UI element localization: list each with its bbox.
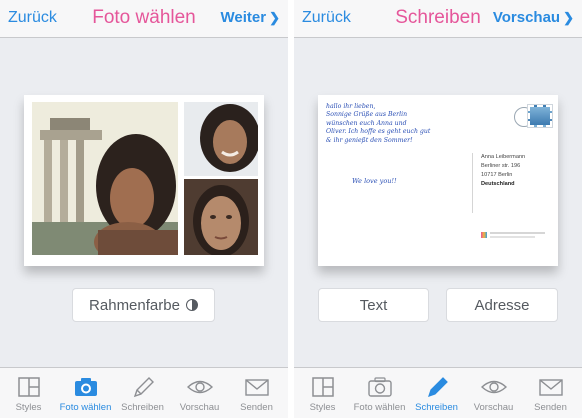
styles-icon [18,377,40,397]
tab-label: Senden [240,402,273,413]
tab-send[interactable]: Senden [522,368,579,418]
tab-send[interactable]: Senden [228,368,285,418]
recipient-address[interactable]: Anna Leibermann Berliner str. 196 10717 … [481,153,525,189]
portrait-smiling-image [184,102,258,176]
frame-color-button[interactable]: Rahmenfarbe [72,288,215,322]
chevron-right-icon: ❯ [269,10,280,25]
tab-write[interactable]: Schreiben [408,368,465,418]
address-name: Anna Leibermann [481,154,526,160]
photo-slot-large[interactable] [32,102,178,255]
back-button[interactable]: Zurück [8,9,57,27]
postcard-back: hallo ihr lieben, Sonnige Grüße aus Berl… [318,95,558,266]
fine-print [490,236,535,238]
photo-slot-top-right[interactable] [184,102,258,176]
tab-label: Schreiben [415,402,458,413]
tab-bar: Styles Foto wählen Schreiben Vorschau Se… [0,367,288,418]
tab-preview[interactable]: Vorschau [465,368,522,418]
next-button-label: Weiter [220,9,267,26]
message-line: Sonnige Grüße aus Berlin [326,111,408,119]
camera-icon [75,378,97,396]
photo-slot-bottom-right[interactable] [184,179,258,255]
envelope-icon [245,379,269,396]
address-street: Berliner str. 196 [481,163,521,169]
address-button[interactable]: Adresse [446,288,558,322]
message-line: hallo ihr lieben, [326,103,376,110]
tab-label: Vorschau [179,402,220,413]
photo-collage-card [24,95,264,266]
back-button[interactable]: Zurück [302,9,351,27]
tab-label: Styles [15,402,42,413]
tab-write[interactable]: Schreiben [114,368,171,418]
preview-button[interactable]: Vorschau ❯ [493,9,574,26]
message-line: wünschen euch Anna und [326,119,407,127]
tab-photo-select[interactable]: Foto wählen [57,368,114,418]
camera-icon [368,377,392,397]
text-button[interactable]: Text [318,288,429,322]
tab-bar: Styles Foto wählen Schreiben Vorschau Se… [294,367,582,418]
message-line: Oliver. Ich hoffe es geht euch gut [326,128,431,136]
eye-icon [481,380,507,394]
tab-photo-select[interactable]: Foto wählen [351,368,408,418]
preview-button-label: Vorschau [492,9,561,26]
handwritten-message[interactable]: hallo ihr lieben, Sonnige Grüße aus Berl… [326,103,474,145]
photo-select-screen: Zurück Foto wählen Weiter ❯ Rahmenfarbe … [0,0,288,418]
tab-label: Styles [309,402,336,413]
tab-label: Vorschau [473,402,514,413]
fine-print [490,232,545,234]
contrast-icon [185,299,198,311]
card-divider [472,153,473,213]
eye-icon [187,380,213,394]
brand-footer [481,231,545,240]
next-button[interactable]: Weiter ❯ [221,9,280,26]
tab-preview[interactable]: Vorschau [171,368,228,418]
tab-label: Schreiben [121,402,164,413]
styles-icon [312,377,334,397]
frame-color-label: Rahmenfarbe [89,296,180,314]
envelope-icon [539,379,563,396]
navigation-bar: Zurück Foto wählen Weiter ❯ [0,0,288,38]
chevron-right-icon: ❯ [563,10,574,25]
tab-styles[interactable]: Styles [0,368,57,418]
pencil-icon [428,377,448,397]
tab-label: Foto wählen [353,402,406,413]
brand-logo-icon [481,232,487,238]
address-city: 10717 Berlin [481,172,513,178]
tab-label: Senden [534,402,567,413]
tab-styles[interactable]: Styles [294,368,351,418]
pencil-icon [133,377,154,398]
message-line: & ihr genießt den Sommer! [326,136,413,144]
tab-label: Foto wählen [59,402,112,413]
address-country: Deutschland [481,181,515,187]
write-screen: Zurück Schreiben Vorschau ❯ hallo ihr lie… [294,0,582,418]
stamp-icon [527,104,553,128]
love-line: We love you!! [352,177,397,185]
portrait-closeup-image [184,179,258,255]
navigation-bar: Zurück Schreiben Vorschau ❯ [294,0,582,38]
brandenburg-gate-selfie-image [32,102,178,255]
